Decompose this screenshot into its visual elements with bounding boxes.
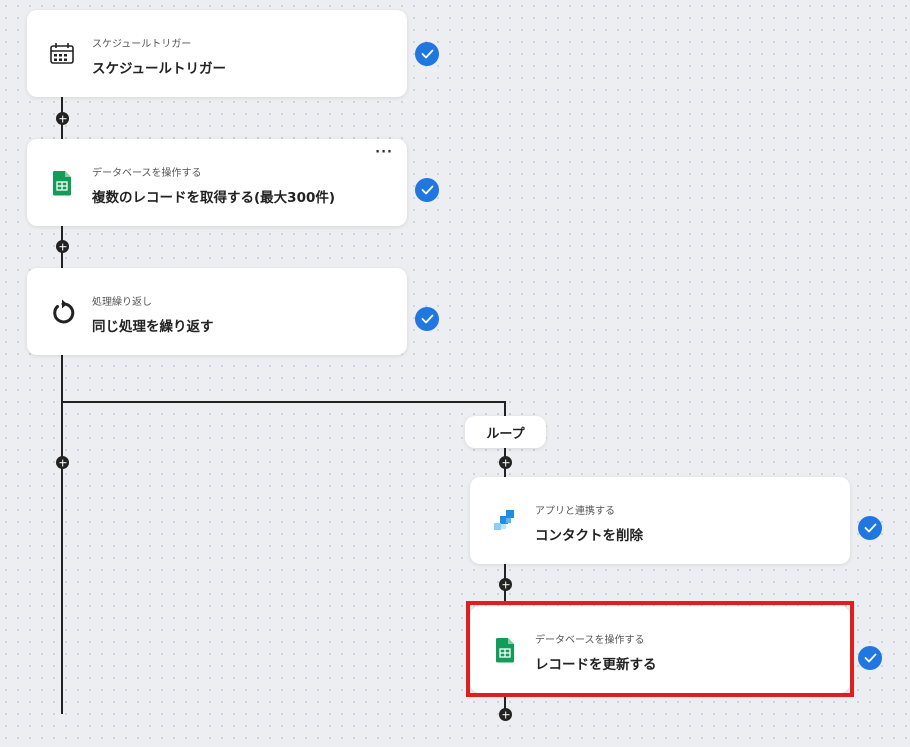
add-step-button[interactable] [499,456,512,469]
highlight-box [466,601,854,697]
app-icon [491,507,519,535]
calendar-icon [48,40,76,68]
check-icon [858,646,882,670]
connector-line [61,354,63,714]
step-card-loop[interactable]: 処理繰り返し 同じ処理を繰り返す [27,268,407,355]
check-icon [415,42,439,66]
sheets-icon [48,169,76,197]
add-step-button[interactable] [499,708,512,721]
check-icon [415,178,439,202]
add-step-button[interactable] [499,578,512,591]
step-card-schedule-trigger[interactable]: スケジュールトリガー スケジュールトリガー [27,10,407,97]
step-title: スケジュールトリガー [92,61,227,77]
step-title: コンタクトを削除 [535,528,643,544]
add-step-button[interactable] [56,240,69,253]
add-step-button[interactable] [56,456,69,469]
loop-label: ループ [465,416,546,448]
more-options-icon[interactable]: ··· [375,146,393,159]
step-subtitle: データベースを操作する [92,168,202,179]
loop-icon [48,298,76,326]
step-card-delete-contact[interactable]: アプリと連携する コンタクトを削除 [470,477,850,564]
add-step-button[interactable] [56,112,69,125]
check-icon [858,516,882,540]
step-subtitle: 処理繰り返し [92,297,152,308]
step-subtitle: アプリと連携する [535,506,615,517]
step-card-get-records[interactable]: ··· データベースを操作する 複数のレコードを取得する(最大300件) [27,139,407,226]
step-subtitle: スケジュールトリガー [92,39,192,50]
loop-branch-line [61,401,506,403]
check-icon [415,307,439,331]
step-title: 複数のレコードを取得する(最大300件) [92,190,336,206]
step-title: 同じ処理を繰り返す [92,319,214,335]
